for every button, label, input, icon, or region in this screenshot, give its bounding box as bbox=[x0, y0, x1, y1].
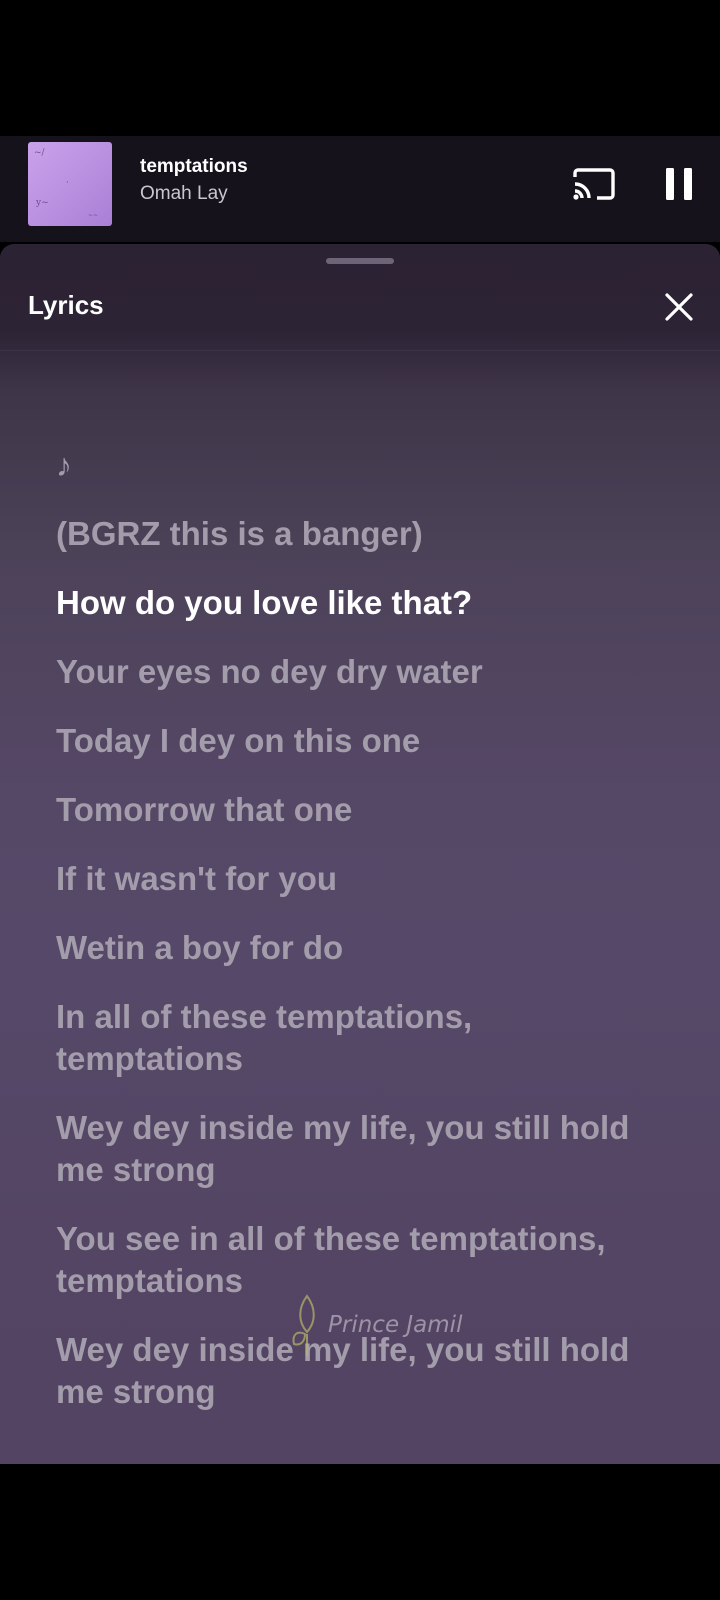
cast-button[interactable] bbox=[572, 164, 616, 204]
lyric-line[interactable]: Wey dey inside my life, you still hold m… bbox=[56, 1107, 676, 1191]
lyric-line[interactable]: In all of these temptations, temptations bbox=[56, 996, 516, 1080]
pause-icon bbox=[666, 168, 692, 200]
lyric-line[interactable]: ♪ bbox=[56, 444, 676, 486]
album-art: ~/ · y~ ~~ bbox=[28, 142, 112, 226]
lyric-line[interactable]: (BGRZ this is a banger) bbox=[56, 513, 676, 555]
bottom-bar bbox=[0, 1464, 720, 1600]
lyric-line[interactable]: Wetin a boy for do bbox=[56, 927, 676, 969]
close-icon bbox=[665, 293, 693, 321]
lyric-line[interactable]: Today I dey on this one bbox=[56, 720, 676, 762]
leaf-icon bbox=[292, 1294, 315, 1356]
lyric-line-current[interactable]: How do you love like that? bbox=[56, 582, 676, 624]
track-artist: Omah Lay bbox=[140, 183, 228, 204]
lyric-line[interactable]: Your eyes no dey dry water bbox=[56, 651, 676, 693]
lyrics-sheet: Lyrics ♪ (BGRZ this is a banger) How do … bbox=[0, 244, 720, 1464]
mini-player[interactable]: ~/ · y~ ~~ temptations Omah Lay bbox=[0, 136, 720, 242]
track-title: temptations bbox=[140, 156, 248, 177]
cast-icon bbox=[573, 168, 615, 200]
close-button[interactable] bbox=[658, 286, 700, 328]
watermark-text: Prince Jamil bbox=[328, 1312, 463, 1338]
screen: ~/ · y~ ~~ temptations Omah Lay Lyrics ♪… bbox=[0, 0, 720, 1600]
pause-button[interactable] bbox=[660, 164, 700, 204]
track-info[interactable]: temptations Omah Lay bbox=[140, 154, 248, 208]
lyrics-title: Lyrics bbox=[28, 290, 104, 320]
lyric-line[interactable]: Tomorrow that one bbox=[56, 789, 676, 831]
lyrics-header: Lyrics bbox=[0, 244, 720, 351]
watermark: Prince Jamil bbox=[290, 1290, 462, 1360]
lyric-line[interactable]: If it wasn't for you bbox=[56, 858, 676, 900]
